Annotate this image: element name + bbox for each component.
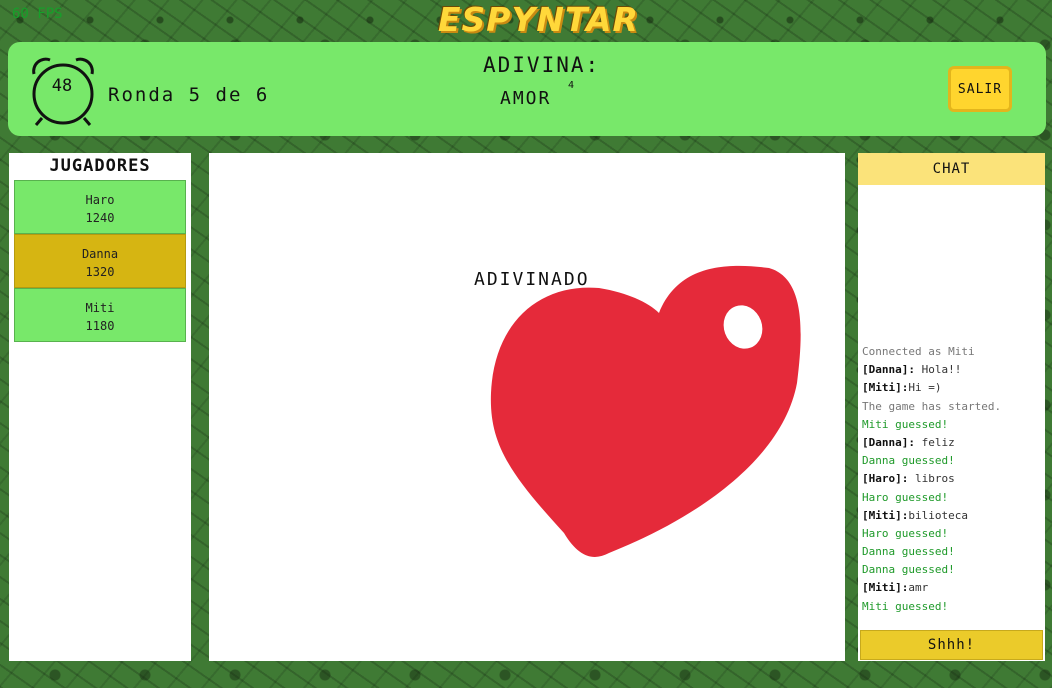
player-name: Miti [85,301,115,315]
players-title: JUGADORES [49,156,151,176]
chat-message: [Danna]: Hola!! [862,361,1042,379]
drawing-canvas[interactable]: ADIVINADO [209,153,845,661]
chat-author: [Miti]: [862,381,909,395]
chat-message: The game has started. [862,399,1002,413]
round-indicator: Ronda 5 de 6 [108,84,270,106]
chat-messages: Connected as Miti [Danna]: Hola!! [Miti]… [862,343,1042,616]
player-card: Miti 1180 [14,288,186,342]
chat-message: Miti guessed! [862,417,949,431]
chat-message: [Haro]: libros [862,470,1042,488]
player-name: Haro [85,193,115,207]
chat-text: bilioteca [908,508,968,522]
players-panel: JUGADORES Haro 1240 Danna 1320 Miti 1180 [9,153,191,661]
chat-panel: CHAT Connected as Miti [Danna]: Hola!! [… [858,153,1045,661]
chat-title: CHAT [858,153,1045,185]
chat-text: libros [908,472,955,486]
exit-button[interactable]: SALIR [948,66,1012,112]
timer-value: 48 [51,76,73,96]
chat-message: Danna guessed! [862,545,955,559]
fps-counter: 60 FPS [12,6,63,22]
chat-text: Hi =) [908,381,942,395]
game-logo: ESPYNTAR [438,0,639,39]
player-name: Danna [81,247,119,261]
chat-message: Miti guessed! [862,599,949,613]
word-length: 4 [568,80,575,91]
chat-author: [Danna]: [862,435,915,449]
secret-word: AMOR [500,88,552,109]
chat-text: Hola!! [914,363,962,377]
player-score: 1240 [85,211,115,225]
chat-text: feliz [914,435,955,449]
heart-drawing [490,265,801,557]
player-score: 1320 [85,265,115,279]
chat-author: [Danna]: [862,363,915,377]
chat-message: Danna guessed! [862,454,955,468]
chat-text: amr [908,581,929,595]
chat-author: [Haro]: [862,472,909,486]
chat-message: Haro guessed! [862,526,949,540]
chat-message: [Danna]: feliz [862,434,1042,452]
chat-message: [Miti]:Hi =) [862,379,1042,397]
top-bar: 48 Ronda 5 de 6 ADIVINA: AMOR 4 SALIR [8,42,1046,136]
guessed-label: ADIVINADO [474,269,590,290]
player-score: 1180 [85,319,115,333]
player-card: Haro 1240 [14,180,186,234]
heart-shape [490,265,801,557]
chat-message: Danna guessed! [862,563,955,577]
chat-author: [Miti]: [862,508,909,522]
chat-author: [Miti]: [862,581,909,595]
chat-message: Haro guessed! [862,490,949,504]
chat-message: [Miti]:amr [862,579,1042,597]
chat-message: [Miti]:bilioteca [862,507,1042,525]
guess-title: ADIVINA: [483,53,601,77]
chat-message: Connected as Miti [862,345,975,358]
chat-input[interactable]: Shhh! [860,630,1043,660]
player-card: Danna 1320 [14,234,186,288]
